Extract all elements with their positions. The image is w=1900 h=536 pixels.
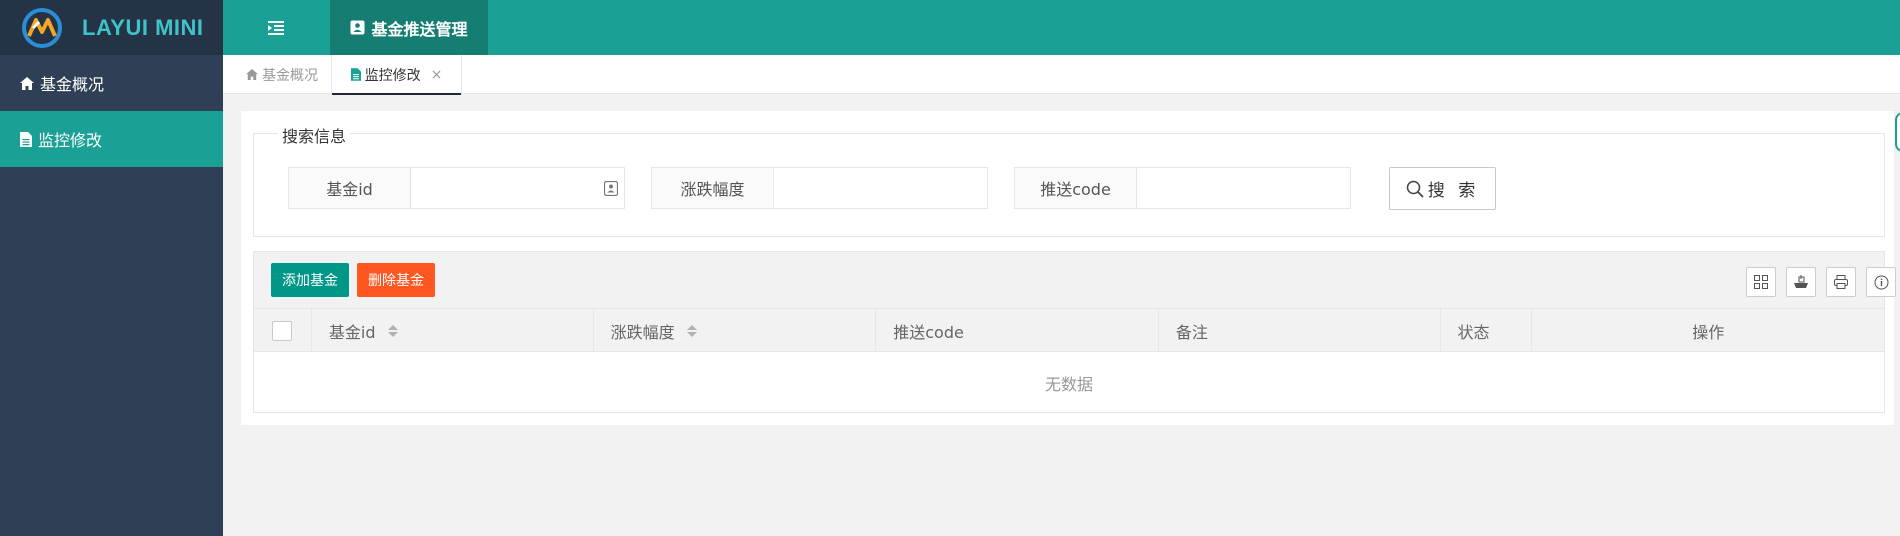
main-panel: 搜索信息 基金id 涨跌幅度 推送code 搜 索 添加基金 删除基金 基金id… [241, 111, 1896, 425]
table-empty-message: 无数据 [1044, 374, 1093, 394]
push-code-form-item: 推送code [1014, 167, 1351, 209]
search-icon [1406, 180, 1424, 198]
logo[interactable]: LAYUI MINI [0, 0, 223, 55]
column-header-label: 基金id [328, 322, 376, 342]
contact-card-icon [350, 20, 365, 35]
change-range-input-box[interactable] [774, 167, 988, 209]
fund-id-label: 基金id [288, 167, 411, 209]
change-range-input[interactable] [774, 168, 987, 208]
tab-label: 基金概况 [262, 67, 318, 84]
column-header-change-range[interactable]: 涨跌幅度 [594, 309, 877, 352]
delete-fund-button[interactable]: 删除基金 [357, 263, 435, 297]
logo-icon [22, 7, 62, 48]
push-code-input[interactable] [1137, 168, 1350, 208]
print-button[interactable] [1826, 267, 1856, 297]
sidebar-item-label: 基金概况 [40, 75, 105, 94]
change-range-form-item: 涨跌幅度 [651, 167, 988, 209]
close-icon[interactable]: × [431, 67, 443, 83]
search-legend: 搜索信息 [278, 123, 351, 147]
sidebar-item-label: 监控修改 [38, 131, 103, 150]
home-icon [20, 76, 34, 90]
tab-label: 监控修改 [364, 67, 421, 84]
change-range-label: 涨跌幅度 [651, 167, 774, 209]
search-button-label: 搜 索 [1427, 181, 1480, 201]
table-toolbar: 添加基金 删除基金 [253, 251, 1896, 309]
fund-table: 基金id 涨跌幅度 推送code 备注 状态 操作 无数据 [253, 308, 1885, 413]
table-header: 基金id 涨跌幅度 推送code 备注 状态 操作 [254, 309, 1884, 352]
home-icon [246, 69, 258, 80]
info-icon [1874, 275, 1888, 289]
tab-monitor-edit[interactable]: 监控修改 × [331, 55, 462, 95]
sidebar: 基金概况 监控修改 [0, 55, 223, 536]
file-icon [350, 68, 361, 81]
tab-fund-overview[interactable]: 基金概况 [238, 55, 326, 94]
info-button[interactable] [1866, 267, 1896, 297]
indent-icon [268, 20, 284, 35]
search-button[interactable]: 搜 索 [1389, 167, 1496, 210]
sidebar-item-monitor-edit[interactable]: 监控修改 [0, 111, 223, 167]
fund-id-input[interactable] [411, 168, 624, 208]
select-all-checkbox[interactable] [272, 320, 293, 341]
sidebar-toggle-button[interactable] [223, 0, 329, 55]
sort-icon[interactable] [686, 324, 697, 337]
sidebar-item-fund-overview[interactable]: 基金概况 [0, 55, 223, 111]
column-header-fund-id[interactable]: 基金id [312, 309, 594, 352]
top-menu-fund-push[interactable]: 基金推送管理 [330, 0, 488, 55]
column-header-label: 推送code [893, 322, 964, 342]
select-all-cell [254, 309, 312, 352]
tab-bar: 基金概况 监控修改 × [223, 55, 1900, 95]
column-header-status: 状态 [1441, 309, 1533, 352]
sort-icon[interactable] [387, 324, 398, 337]
export-button[interactable] [1786, 267, 1816, 297]
print-icon [1834, 275, 1848, 289]
export-icon [1794, 275, 1808, 288]
column-header-remark: 备注 [1159, 309, 1441, 352]
push-code-input-box[interactable] [1137, 167, 1351, 209]
fund-id-input-box[interactable] [411, 167, 625, 209]
columns-icon [1754, 275, 1768, 289]
column-header-push-code: 推送code [876, 309, 1159, 352]
columns-filter-button[interactable] [1746, 267, 1776, 297]
fund-id-form-item: 基金id [288, 167, 625, 209]
column-header-label: 备注 [1175, 322, 1208, 342]
file-icon [20, 131, 32, 147]
push-code-label: 推送code [1014, 167, 1137, 209]
column-header-actions: 操作 [1532, 309, 1884, 352]
top-menu-label: 基金推送管理 [371, 19, 468, 39]
floating-side-button[interactable] [1895, 112, 1900, 152]
column-header-label: 操作 [1692, 322, 1725, 342]
column-header-label: 状态 [1457, 322, 1490, 342]
top-header: LAYUI MINI 基金推送管理 [0, 0, 1900, 55]
column-header-label: 涨跌幅度 [610, 322, 675, 342]
logo-text: LAYUI MINI [82, 14, 204, 40]
search-fieldset: 搜索信息 基金id 涨跌幅度 推送code 搜 索 [253, 123, 1885, 237]
autofill-card-icon[interactable] [604, 181, 618, 196]
add-fund-button[interactable]: 添加基金 [271, 263, 349, 297]
